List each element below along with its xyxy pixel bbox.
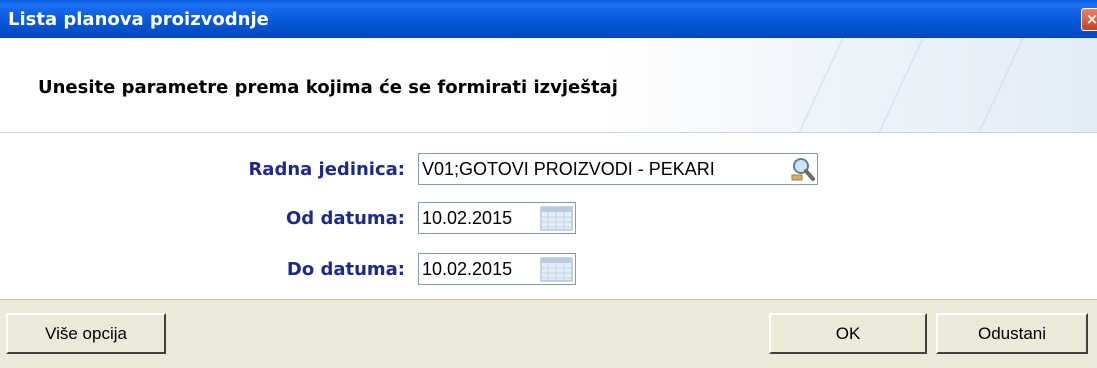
close-icon[interactable]: × [1081, 8, 1097, 31]
calendar-icon[interactable] [540, 206, 573, 231]
button-bar: Više opcija OK Odustani [0, 299, 1097, 368]
work-unit-value: V01;GOTOVI PROIZVODI - PEKARI [422, 159, 715, 179]
calendar-icon[interactable] [540, 257, 573, 282]
work-unit-label: Radna jedinica: [248, 159, 405, 180]
dialog-window: Lista planova proizvodnje × Unesite para… [0, 0, 1097, 368]
date-to-value: 10.02.2015 [422, 259, 513, 279]
cancel-button[interactable]: Odustani [936, 313, 1088, 354]
header-decoration [877, 38, 925, 133]
date-to-label: Do datuma: [286, 259, 405, 280]
header-decoration [797, 38, 845, 133]
instruction-text: Unesite parametre prema kojima će se for… [38, 77, 618, 98]
window-title: Lista planova proizvodnje [8, 9, 269, 30]
search-icon[interactable] [790, 156, 816, 182]
ok-button[interactable]: OK [769, 313, 927, 354]
more-options-button[interactable]: Više opcija [6, 313, 166, 354]
date-from-value: 10.02.2015 [422, 208, 513, 228]
date-from-label: Od datuma: [285, 208, 405, 229]
header-decoration [977, 38, 1025, 133]
title-bar[interactable]: Lista planova proizvodnje × [0, 0, 1097, 38]
work-unit-field[interactable]: V01;GOTOVI PROIZVODI - PEKARI [418, 153, 818, 185]
form-area: Radna jedinica: V01;GOTOVI PROIZVODI - P… [0, 133, 1097, 299]
instruction-header: Unesite parametre prema kojima će se for… [0, 38, 1097, 133]
